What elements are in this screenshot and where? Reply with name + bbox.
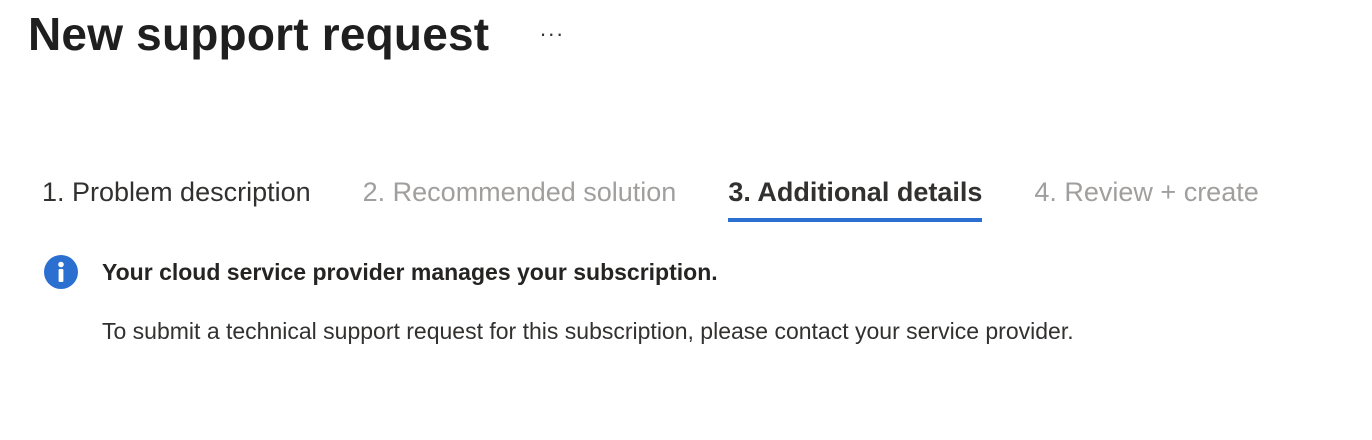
info-icon [44,255,78,289]
tab-review-create[interactable]: 4. Review + create [1034,170,1258,222]
info-message: Your cloud service provider manages your… [44,252,1344,348]
wizard-tabs: 1. Problem description 2. Recommended so… [42,170,1311,230]
tab-problem-description[interactable]: 1. Problem description [42,170,311,222]
info-body-text: To submit a technical support request fo… [102,318,1074,344]
tab-additional-details[interactable]: 3. Additional details [728,170,983,222]
tab-recommended-solution[interactable]: 2. Recommended solution [363,170,677,222]
page-header: New support request ··· [28,6,564,62]
page-title: New support request [28,8,490,60]
info-header-row: Your cloud service provider manages your… [44,252,1344,292]
more-options-button[interactable]: ··· [539,6,564,62]
info-heading: Your cloud service provider manages your… [102,259,718,285]
